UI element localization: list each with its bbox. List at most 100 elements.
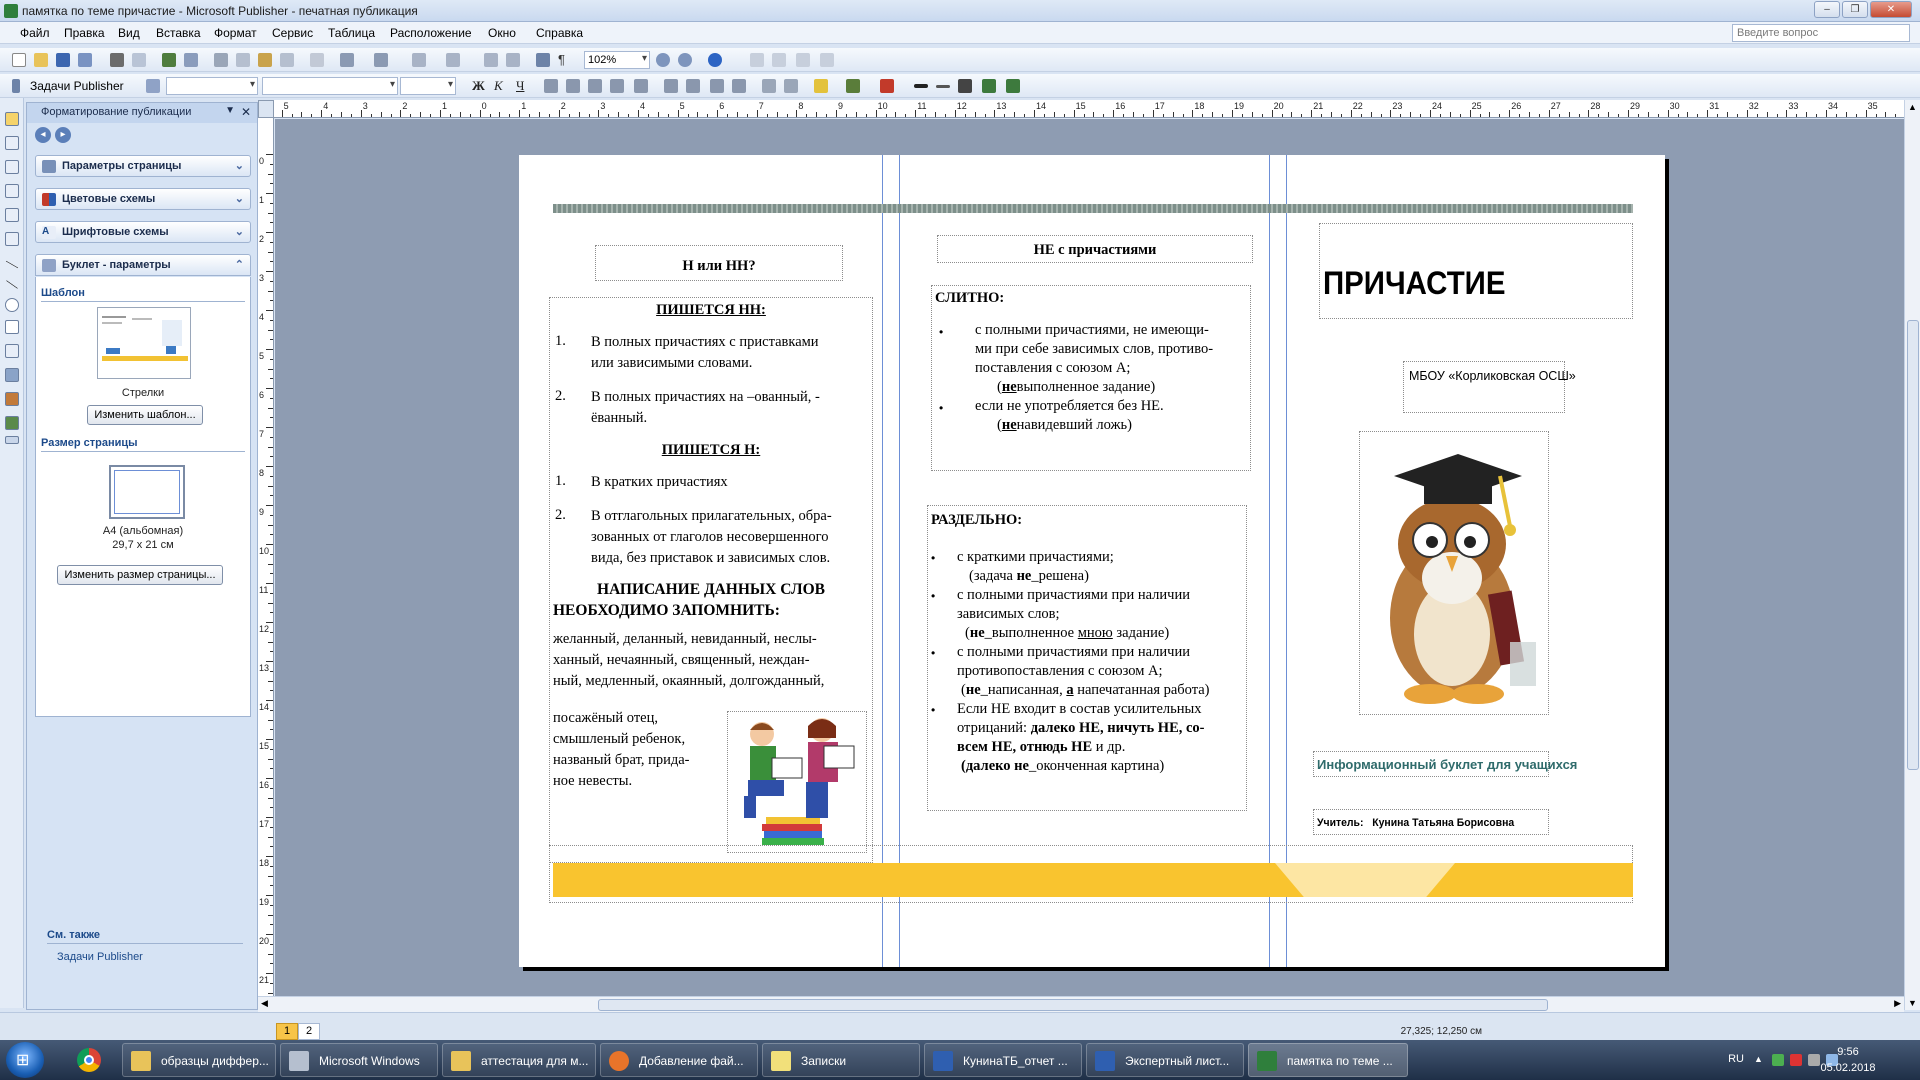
format-painter-icon[interactable]	[280, 53, 294, 67]
pane-close-icon[interactable]: ✕	[241, 105, 251, 119]
decrease-font-icon[interactable]	[762, 79, 776, 93]
new-icon[interactable]	[12, 53, 26, 67]
open-icon[interactable]	[34, 53, 48, 67]
bring-front-icon[interactable]	[412, 53, 426, 67]
research-icon[interactable]	[184, 53, 198, 67]
columns-icon[interactable]	[536, 53, 550, 67]
paste-icon[interactable]	[258, 53, 272, 67]
menu-view[interactable]: Вид	[118, 26, 140, 40]
section-page-options[interactable]: Параметры страницы ⌄	[35, 155, 251, 177]
tasks-pane-icon[interactable]	[12, 79, 20, 93]
dash-style-icon[interactable]	[936, 85, 950, 88]
flag-icon[interactable]	[1790, 1054, 1802, 1066]
template-thumbnail[interactable]	[97, 307, 191, 379]
forward-icon[interactable]: ▸	[55, 127, 71, 143]
select-icon[interactable]	[5, 112, 19, 126]
chrome-pinned-icon[interactable]	[64, 1042, 114, 1078]
zoom-in-icon[interactable]	[678, 53, 692, 67]
clock-date[interactable]: 05.02.2018	[1818, 1062, 1878, 1074]
page-size-thumbnail[interactable]	[109, 465, 185, 519]
hot-spot-icon[interactable]	[5, 368, 19, 382]
format-brush-icon[interactable]	[310, 53, 324, 67]
menu-file[interactable]: Файл	[20, 26, 50, 40]
pilcrow-icon[interactable]: ¶	[558, 53, 572, 67]
save-icon[interactable]	[56, 53, 70, 67]
start-button[interactable]: ⊞	[6, 1042, 44, 1078]
publisher-tasks-link[interactable]: Задачи Publisher	[57, 951, 143, 963]
picture-frame-icon[interactable]	[5, 208, 19, 222]
rectangle-icon[interactable]	[5, 320, 19, 334]
taskbar-item[interactable]: Экспертный лист...	[1086, 1043, 1244, 1077]
line-icon[interactable]	[5, 260, 19, 269]
page-2-button[interactable]: 2	[298, 1023, 320, 1040]
bullets-icon[interactable]	[686, 79, 700, 93]
zoom-select[interactable]: 102%	[584, 51, 650, 69]
html-fragment-icon[interactable]	[5, 416, 19, 430]
change-template-button[interactable]: Изменить шаблон...	[87, 405, 203, 425]
line-color-icon[interactable]	[846, 79, 860, 93]
menu-tools[interactable]: Сервис	[272, 26, 313, 40]
cut-icon[interactable]	[214, 53, 228, 67]
scroll-right-icon[interactable]: ▶	[1894, 998, 1901, 1009]
scroll-left-icon[interactable]: ◀	[261, 998, 268, 1009]
3d-style-icon[interactable]	[1006, 79, 1020, 93]
line-style-icon[interactable]	[914, 84, 928, 88]
network-icon[interactable]	[1772, 1054, 1784, 1066]
redo-icon[interactable]	[374, 53, 388, 67]
menu-edit[interactable]: Правка	[64, 26, 105, 40]
taskbar-item[interactable]: образцы диффер...	[122, 1043, 276, 1077]
print-preview-icon[interactable]	[132, 53, 146, 67]
bold-button[interactable]: Ж	[472, 78, 485, 94]
fill-color-icon[interactable]	[814, 79, 828, 93]
maximize-button[interactable]: ❐	[1842, 1, 1868, 18]
insert-hyperlink-icon[interactable]	[484, 53, 498, 67]
clock-time[interactable]: 9:56	[1818, 1046, 1878, 1058]
show-hidden-icons-icon[interactable]: ▲	[1754, 1054, 1766, 1066]
publisher-tasks-button[interactable]: Задачи Publisher	[30, 79, 124, 93]
underline-button[interactable]: Ч	[516, 78, 524, 94]
numbering-icon[interactable]	[664, 79, 678, 93]
taskbar-item[interactable]: Добавление фай...	[600, 1043, 758, 1077]
page-1-button[interactable]: 1	[276, 1023, 298, 1040]
justify-icon[interactable]	[610, 79, 624, 93]
horizontal-scroll-thumb[interactable]	[598, 999, 1548, 1011]
vertical-scroll-thumb[interactable]	[1907, 320, 1919, 770]
styles-icon[interactable]	[146, 79, 160, 93]
taskbar-item[interactable]: аттестация для м...	[442, 1043, 596, 1077]
style-select[interactable]	[166, 77, 258, 95]
print-icon[interactable]	[110, 53, 124, 67]
menu-insert[interactable]: Вставка	[156, 26, 201, 40]
form-control-icon[interactable]	[5, 392, 19, 406]
align-left-icon[interactable]	[544, 79, 558, 93]
insert-table-icon[interactable]	[5, 160, 19, 174]
scroll-down-icon[interactable]: ▼	[1908, 998, 1917, 1008]
link-frames-icon[interactable]	[750, 53, 764, 67]
help-search-input[interactable]: Введите вопрос	[1732, 24, 1910, 42]
oval-icon[interactable]	[5, 298, 19, 312]
scroll-up-icon[interactable]: ▲	[1908, 102, 1917, 112]
owl-picture[interactable]	[1359, 431, 1549, 715]
next-frame-icon[interactable]	[820, 53, 834, 67]
clip-art-icon[interactable]	[5, 232, 19, 246]
italic-button[interactable]: К	[494, 78, 503, 94]
copy-icon[interactable]	[236, 53, 250, 67]
help-icon[interactable]	[708, 53, 722, 67]
decrease-indent-icon[interactable]	[710, 79, 724, 93]
horizontal-scrollbar[interactable]: ◀ ▶	[258, 996, 1904, 1012]
align-right-icon[interactable]	[588, 79, 602, 93]
taskbar-item[interactable]: Microsoft Windows	[280, 1043, 438, 1077]
language-indicator[interactable]: RU	[1728, 1053, 1744, 1065]
font-color-icon[interactable]	[880, 79, 894, 93]
document-canvas[interactable]: Н или НН? ПИШЕТСЯ НН: 1. В полных причас…	[275, 119, 1904, 996]
menu-help[interactable]: Справка	[536, 26, 583, 40]
menu-table[interactable]: Таблица	[328, 26, 375, 40]
vertical-scrollbar[interactable]: ▲ ▼	[1904, 100, 1920, 1010]
rotate-icon[interactable]	[446, 53, 460, 67]
font-select[interactable]	[262, 77, 398, 95]
menu-format[interactable]: Формат	[214, 26, 257, 40]
vertical-ruler[interactable]: 0 1 2 3 4 5 6 7 8 9 10 11 12 13 14 15 16 17 18 19 20 21	[258, 118, 274, 1010]
autoshapes-icon[interactable]	[5, 344, 19, 358]
text-box-icon[interactable]	[5, 136, 19, 150]
menu-window[interactable]: Окно	[488, 26, 516, 40]
minimize-button[interactable]: ‒	[1814, 1, 1840, 18]
